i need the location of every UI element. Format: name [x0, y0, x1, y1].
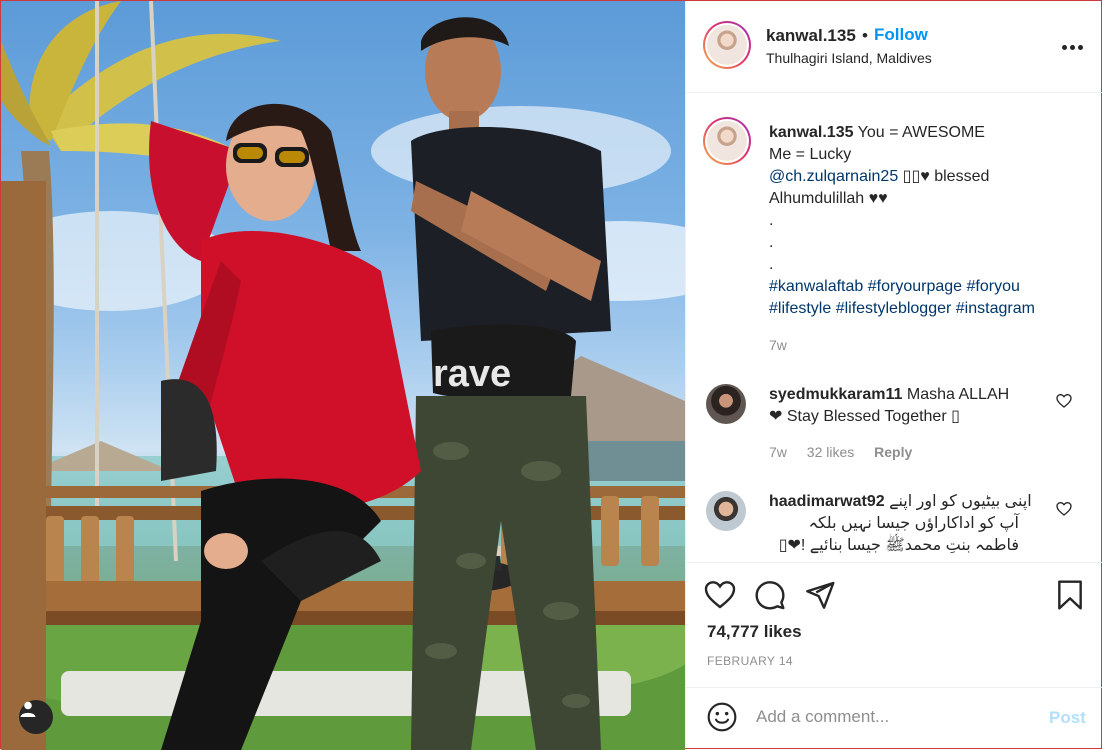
caption-timestamp[interactable]: 7w	[769, 337, 787, 353]
caption-dot: .	[769, 212, 774, 229]
comment-text: فاطمہ بنتِ محمدﷺ جیسا بنائیے !❤▯	[778, 537, 1019, 554]
caption-line-2: Me = Lucky	[769, 146, 852, 163]
photo-illustration: rave	[1, 1, 685, 750]
caption-mention-link[interactable]: @ch.zulqarnain25	[769, 168, 898, 185]
comment-username[interactable]: syedmukkaram11	[769, 386, 902, 403]
caption-dot: .	[769, 256, 774, 273]
post-comment-button[interactable]: Post	[1049, 708, 1086, 728]
caption-username[interactable]: kanwal.135	[769, 124, 854, 141]
comment-meta: 7w 32 likes Reply	[769, 444, 928, 460]
comment-input[interactable]	[756, 702, 1036, 732]
author-avatar[interactable]	[703, 21, 751, 69]
more-options-icon[interactable]	[1062, 37, 1088, 57]
post-photo[interactable]: rave	[1, 1, 685, 750]
comment-username[interactable]: haadimarwat92	[769, 493, 885, 510]
caption-dot: .	[769, 234, 774, 251]
comment: haadimarwat92 اپنی بیٹیوں کو اور اپنے آپ…	[769, 491, 1059, 557]
comment-text: آپ کو اداکاراؤں جیسا نہیں بلکہ	[808, 515, 1019, 532]
commenter-avatar[interactable]	[706, 384, 746, 424]
hashtag-link[interactable]: #foryou	[967, 278, 1020, 295]
comment-timestamp[interactable]: 7w	[769, 444, 787, 460]
caption-line-3: ▯▯♥ blessed	[898, 168, 990, 185]
comment-text: ❤ Stay Blessed Together ▯	[769, 408, 960, 425]
post-header: kanwal.135 • Follow Thulhagiri Island, M…	[686, 1, 1102, 93]
hashtag-link[interactable]: #lifestyle	[769, 300, 831, 317]
save-bookmark-icon[interactable]	[1054, 579, 1086, 611]
hashtag-link[interactable]: #lifestyleblogger	[836, 300, 952, 317]
share-send-icon[interactable]	[804, 579, 836, 611]
hashtag-link[interactable]: #instagram	[956, 300, 1035, 317]
post-location[interactable]: Thulhagiri Island, Maldives	[766, 50, 932, 66]
comment: syedmukkaram11 Masha ALLAH ❤ Stay Blesse…	[769, 384, 1059, 428]
comment-likes[interactable]: 32 likes	[807, 444, 854, 460]
reply-button[interactable]: Reply	[874, 444, 912, 460]
caption-line-4: Alhumdulillah ♥♥	[769, 190, 888, 207]
user-tags-button[interactable]	[19, 700, 53, 734]
emoji-icon[interactable]	[706, 701, 738, 733]
post-caption: kanwal.135 You = AWESOME Me = Lucky @ch.…	[769, 122, 1089, 320]
author-avatar-image	[707, 25, 747, 65]
separator-dot: •	[862, 26, 868, 45]
comment-text: اپنی بیٹیوں کو اور اپنے	[889, 493, 1032, 510]
like-comment-heart-icon[interactable]	[1056, 501, 1072, 517]
comment-bubble-icon[interactable]	[754, 579, 786, 611]
comments-list[interactable]: kanwal.135 You = AWESOME Me = Lucky @ch.…	[686, 94, 1102, 562]
caption-line-1: You = AWESOME	[857, 124, 985, 141]
post-date[interactable]: FEBRUARY 14	[707, 654, 793, 668]
like-heart-icon[interactable]	[704, 579, 736, 611]
hashtag-link[interactable]: #kanwalaftab	[769, 278, 863, 295]
post-dialog: rave kanwal.135 • Follow Thulhagiri Isla…	[0, 0, 1102, 750]
like-comment-heart-icon[interactable]	[1056, 393, 1072, 409]
likes-count[interactable]: 74,777 likes	[707, 622, 802, 642]
commenter-avatar[interactable]	[706, 491, 746, 531]
author-username[interactable]: kanwal.135	[766, 26, 856, 46]
comment-text: Masha ALLAH	[906, 386, 1010, 403]
hashtag-link[interactable]: #foryourpage	[868, 278, 962, 295]
post-actions: 74,777 likes FEBRUARY 14	[686, 562, 1102, 687]
follow-button[interactable]: Follow	[874, 25, 928, 45]
bag-text: rave	[433, 353, 511, 395]
person-icon	[20, 701, 36, 717]
caption-author-avatar[interactable]	[703, 117, 751, 165]
add-comment-bar: Post	[686, 687, 1102, 748]
post-details-panel: kanwal.135 • Follow Thulhagiri Island, M…	[685, 1, 1102, 748]
